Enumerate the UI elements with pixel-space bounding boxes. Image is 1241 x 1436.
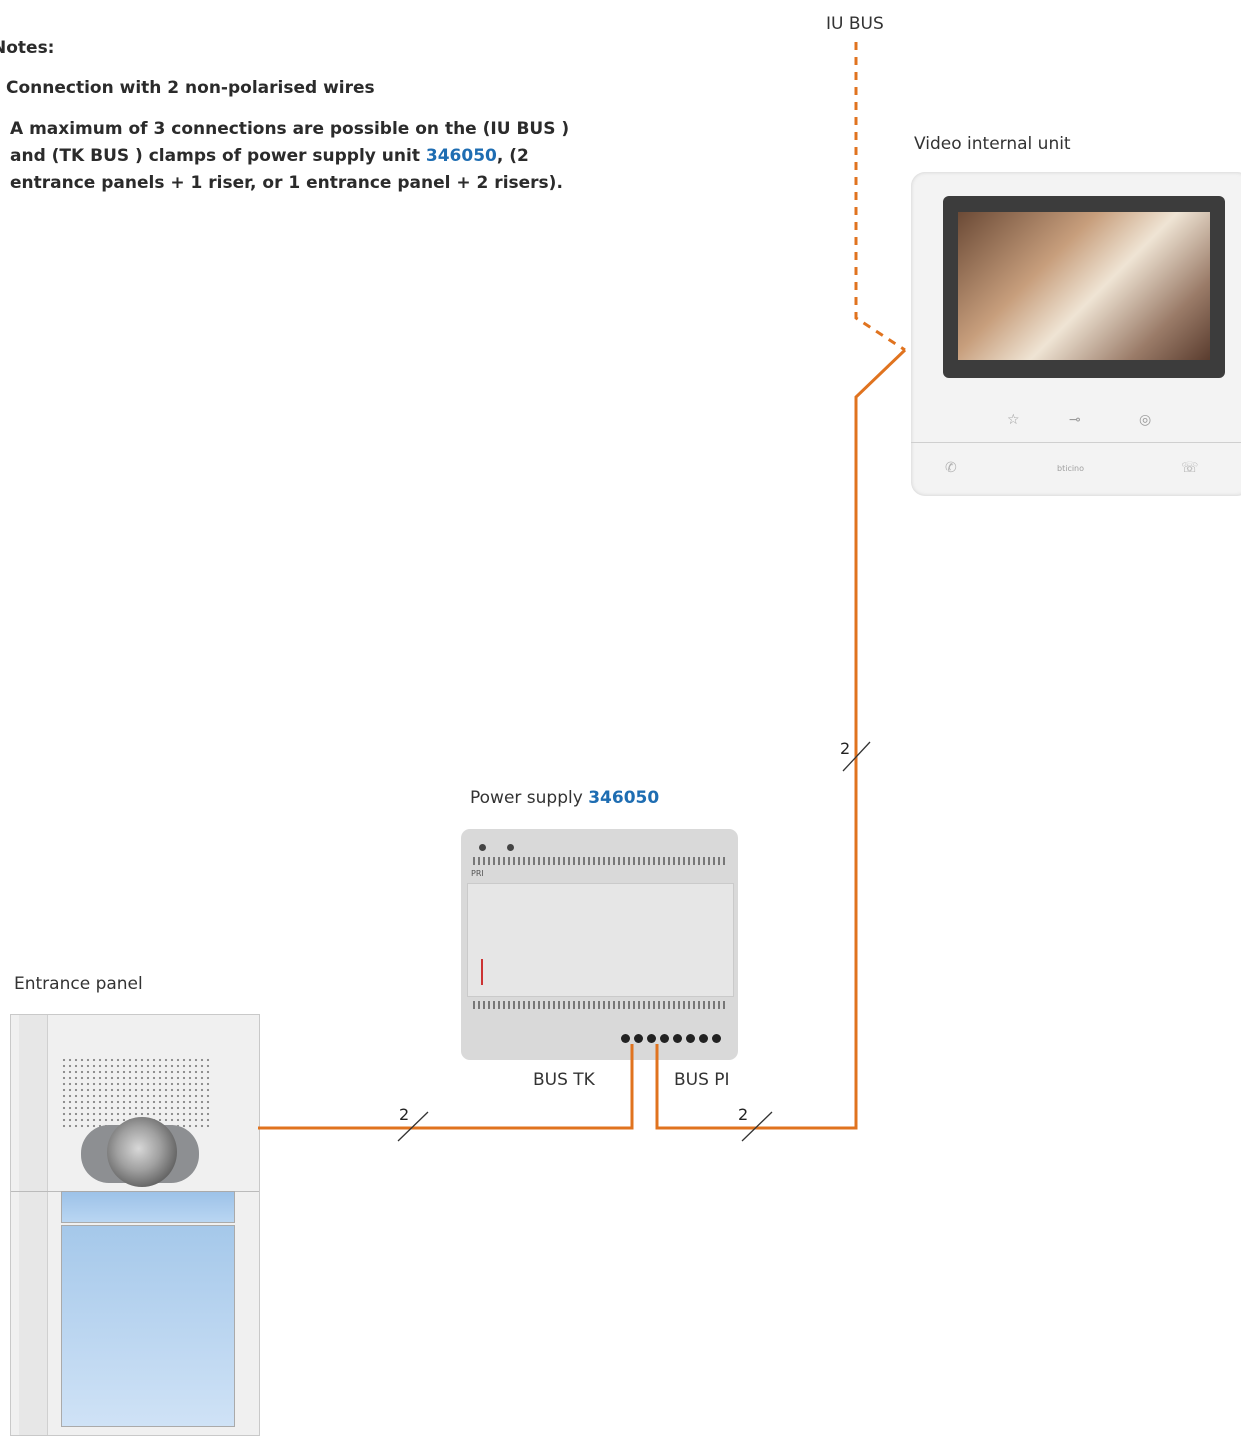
pi-wire-count: 2: [738, 1105, 748, 1124]
wiring-diagram: 2 2 2: [258, 42, 907, 1142]
riser-wire-count: 2: [840, 739, 850, 758]
iu-bus-dashed-wire: [854, 42, 906, 352]
riser-wire: [655, 348, 907, 1130]
entrance-wire: [258, 1044, 634, 1130]
entrance-wire-count: 2: [399, 1105, 409, 1124]
